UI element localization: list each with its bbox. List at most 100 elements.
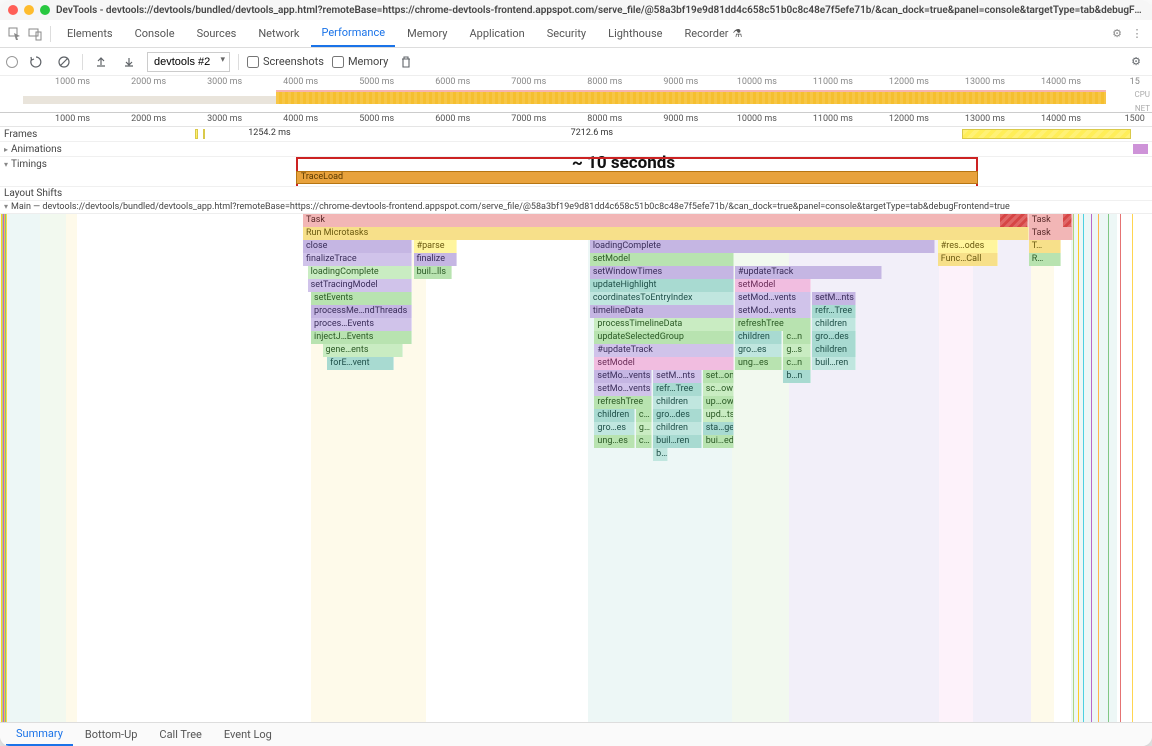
flame-geneents[interactable]: gene…ents [323,344,404,357]
flame-coordinates[interactable]: coordinatesToEntryIndex [590,292,734,305]
flame-refrtree[interactable]: refr…Tree [653,383,701,396]
flame-r[interactable]: R… [1029,253,1061,266]
upload-profile-button[interactable] [91,52,111,72]
flame-builren[interactable]: buil…ren [653,435,701,448]
profile-select[interactable]: devtools #2 [147,52,230,72]
more-icon[interactable]: ⋮ [1128,25,1146,43]
flame-task-3[interactable]: Task [1029,227,1073,240]
close-window-dot[interactable] [8,5,18,15]
tab-application[interactable]: Application [459,20,534,47]
flame-task-red[interactable] [1000,214,1028,227]
layout-shifts-track[interactable]: Layout Shifts [0,187,1152,201]
flame-setmovents[interactable]: setMo…vents [594,370,652,383]
flame-updatehighlight[interactable]: updateHighlight [590,279,734,292]
flame-setmovents2[interactable]: setMo…vents [594,383,652,396]
flame-updateselectedgroup[interactable]: updateSelectedGroup [594,331,733,344]
flame-builren-r[interactable]: buil…ren [812,357,856,370]
flame-updts[interactable]: upd…ts [703,409,734,422]
flame-t[interactable]: T… [1029,240,1061,253]
timing-traceload-bar[interactable]: TraceLoad [296,171,978,184]
flame-timelinedata[interactable]: timelineData [590,305,734,318]
flame-scow[interactable]: sc…ow [703,383,734,396]
flame-parse[interactable]: #parse [414,240,458,253]
flame-builils[interactable]: buil…lls [414,266,452,279]
download-profile-button[interactable] [119,52,139,72]
disclosure-icon[interactable] [4,159,8,170]
tab-performance[interactable]: Performance [311,20,395,47]
memory-checkbox[interactable]: Memory [332,55,388,68]
flame-refrtree-r[interactable]: refr…Tree [812,305,856,318]
flame-close[interactable]: close [303,240,412,253]
flame-setmodel-pink[interactable]: setModel [735,279,811,292]
flame-buied[interactable]: bui…ed [703,435,734,448]
record-button[interactable] [6,56,18,68]
main-track-header[interactable]: Main — devtools://devtools/bundled/devto… [0,201,1152,214]
flame-resodes[interactable]: #res…odes [938,240,998,253]
tab-bottom-up[interactable]: Bottom-Up [75,723,148,746]
trash-button[interactable] [396,52,416,72]
tab-security[interactable]: Security [537,20,596,47]
flame-unges[interactable]: ung…es [594,435,634,448]
flame-bn-r[interactable]: b…n [783,370,811,383]
flame-loadingcomplete[interactable]: loadingComplete [590,240,936,253]
screenshots-checkbox[interactable]: Screenshots [247,55,324,68]
flame-children3[interactable]: children [653,422,701,435]
flame-setmnts[interactable]: setM…nts [653,370,701,383]
flame-forevent[interactable]: forE…vent [327,357,394,370]
flame-settracingmodel[interactable]: setTracingModel [308,279,413,292]
flame-children-r2[interactable]: children [735,331,782,344]
overview-panel[interactable]: 1000 ms 2000 ms 3000 ms 4000 ms 5000 ms … [0,76,1152,113]
flame-processme[interactable]: processMe…ndThreads [311,305,412,318]
flame-setmodel[interactable]: setModel [590,253,734,266]
flame-cn-r[interactable]: c…n [783,331,811,344]
tab-lighthouse[interactable]: Lighthouse [598,20,672,47]
flame-children-r[interactable]: children [812,318,856,331]
flame-setmodvents-r[interactable]: setMod…vents [735,292,811,305]
flame-g[interactable]: g… [636,422,652,435]
flame-updatetrack2[interactable]: #updateTrack [594,344,733,357]
flame-children[interactable]: children [653,396,701,409]
flame-setmodel-pink2[interactable]: setModel [594,357,733,370]
flame-children2[interactable]: children [594,409,634,422]
clear-button[interactable] [54,52,74,72]
tab-memory[interactable]: Memory [397,20,457,47]
timings-track[interactable]: Timings ~ 10 seconds TraceLoad [0,157,1152,187]
flame-refreshtree-r[interactable]: refreshTree [735,318,811,331]
flame-setmnts-r[interactable]: setM…nts [812,292,856,305]
flame-c2[interactable]: c… [636,435,652,448]
tab-console[interactable]: Console [125,20,185,47]
tab-summary[interactable]: Summary [6,723,73,746]
flame-grodes[interactable]: gro…des [653,409,701,422]
flame-injectj[interactable]: injectJ…Events [311,331,412,344]
tab-sources[interactable]: Sources [187,20,247,47]
tab-event-log[interactable]: Event Log [214,723,282,746]
flame-seton[interactable]: set…on [703,370,734,383]
inspect-icon[interactable] [6,25,24,43]
flame-unges-r[interactable]: ung…es [735,357,782,370]
flame-task[interactable]: Task [303,214,1029,227]
flame-groes[interactable]: gro…es [594,422,634,435]
tab-call-tree[interactable]: Call Tree [149,723,211,746]
tab-elements[interactable]: Elements [57,20,123,47]
frames-track[interactable]: Frames 1254.2 ms 7212.6 ms [0,127,1152,142]
flame-processtimelinedata[interactable]: processTimelineData [594,318,733,331]
flame-children-r3[interactable]: children [812,344,856,357]
flame-cn-r2[interactable]: c…n [783,357,811,370]
flame-groes-r[interactable]: gro…es [735,344,782,357]
flame-updatetrack-right[interactable]: #updateTrack [735,266,882,279]
reload-record-button[interactable] [26,52,46,72]
flame-funccall[interactable]: Func…Call [938,253,998,266]
flame-loadingcomplete-inner[interactable]: loadingComplete [308,266,413,279]
flame-c[interactable]: c… [636,409,652,422]
minimize-window-dot[interactable] [24,5,34,15]
flame-chart[interactable]: Task Task Run Microtasks Task close #par… [0,214,1152,722]
device-toolbar-icon[interactable] [26,25,44,43]
flame-finalize[interactable]: finalize [414,253,458,266]
flame-setwindowtimes[interactable]: setWindowTimes [590,266,734,279]
zoom-window-dot[interactable] [40,5,50,15]
flame-refreshtree[interactable]: refreshTree [594,396,652,409]
flame-finalizetrace[interactable]: finalizeTrace [303,253,412,266]
flame-grodes-r[interactable]: gro…des [812,331,856,344]
timeline-ruler[interactable]: 1000 ms 2000 ms 3000 ms 4000 ms 5000 ms … [0,113,1152,127]
flame-b[interactable]: b… [653,448,668,461]
